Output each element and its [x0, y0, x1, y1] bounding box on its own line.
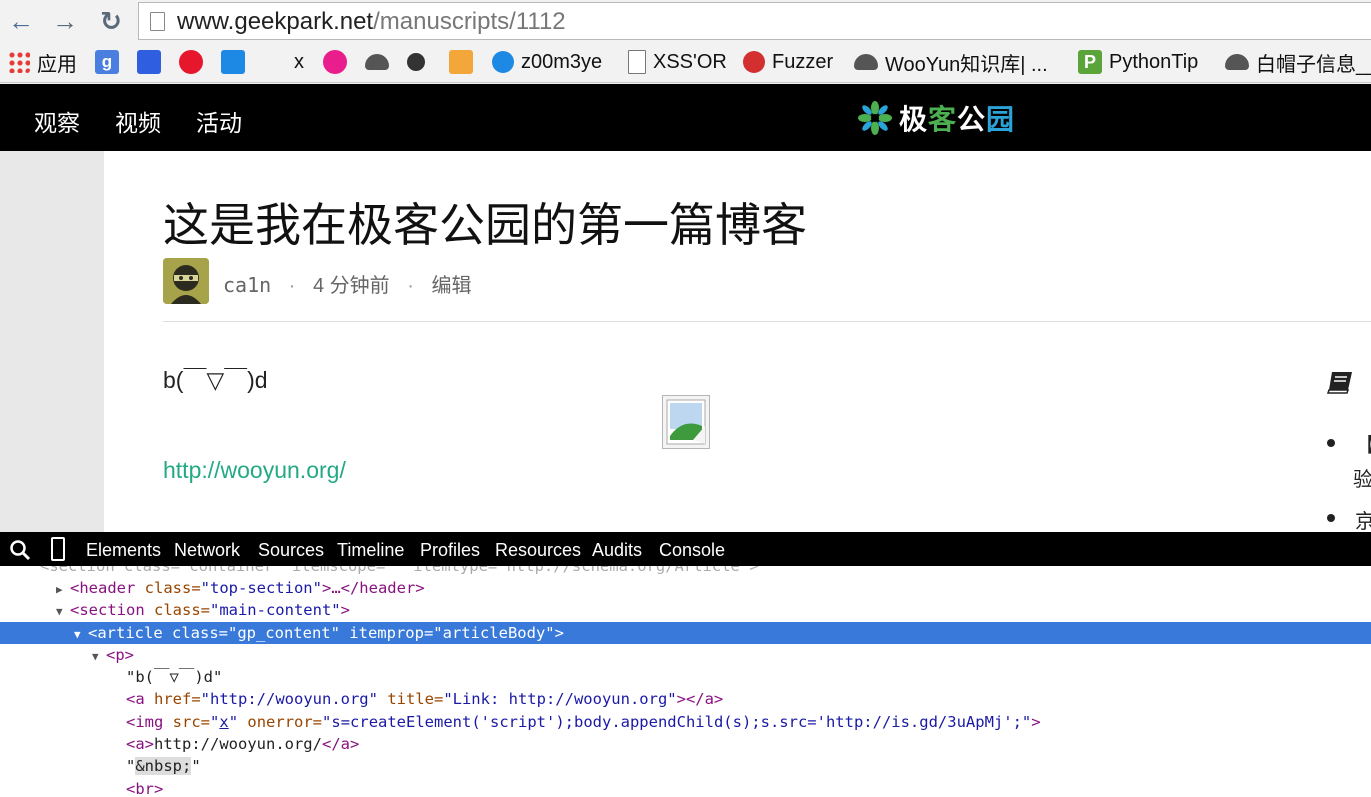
page-icon [628, 50, 646, 74]
browser-toolbar: ← → ↻ www.geekpark.net/manuscripts/1112 [0, 0, 1371, 42]
collapse-triangle-icon[interactable]: ▼ [92, 646, 106, 668]
eye-icon [492, 51, 514, 73]
bookmarks-bar: 应用 g x z00m3ye XSS'OR Fuzzer WooYun知识库| … [0, 42, 1371, 83]
bookmark-google[interactable]: g [95, 48, 126, 76]
article-meta: ca1n · 4 分钟前 · 编辑 [223, 269, 471, 298]
bookmark-fuzzer[interactable]: Fuzzer [743, 48, 833, 76]
bookmark-baimaozi[interactable]: 白帽子信息__ [1225, 48, 1371, 76]
collapse-triangle-icon[interactable]: ▼ [56, 601, 70, 623]
bookmark-pixel-cat[interactable] [449, 48, 480, 76]
reload-icon[interactable]: ↻ [96, 6, 126, 36]
bookmark-baidu[interactable] [137, 48, 168, 76]
expand-triangle-icon[interactable]: ▶ [56, 579, 70, 601]
pink-app-icon [323, 50, 347, 74]
dom-node-a-text[interactable]: <a>http://wooyun.org/</a> [0, 733, 1371, 755]
device-mode-icon[interactable] [51, 537, 65, 561]
nav-video[interactable]: 视频 [115, 104, 161, 138]
site-header: 观察 视频 活动 极客公园 [0, 84, 1371, 151]
headphones-icon [221, 50, 245, 74]
dom-text-node[interactable]: "b(￣▽￣)d" [0, 666, 1371, 688]
divider [163, 321, 1371, 322]
dom-node-article-selected[interactable]: ▼ <article class="gp_content" itemprop="a… [0, 622, 1371, 644]
tab-profiles[interactable]: Profiles [420, 540, 480, 561]
bee-icon [407, 53, 425, 71]
page-content: 这是我在极客公园的第一篇博客 ca1n · 4 分钟前 · 编辑 b(￣▽￣)d… [0, 151, 1371, 532]
search-icon[interactable] [9, 539, 31, 561]
dom-node-br[interactable]: <br> [0, 778, 1371, 797]
ninja-avatar-icon [163, 258, 209, 304]
broken-image [662, 395, 710, 449]
tab-resources[interactable]: Resources [495, 540, 581, 561]
bookmark-z00m3ye[interactable]: z00m3ye [492, 48, 602, 76]
article-emoticon: b(￣▽￣)d [163, 367, 268, 393]
dom-node-header[interactable]: ▶ <header class="top-section">…</header> [0, 577, 1371, 599]
pixel-cat-icon [449, 50, 473, 74]
bookmark-headphones[interactable] [221, 48, 252, 76]
back-arrow-icon[interactable]: ← [6, 6, 36, 36]
cloud-icon [1225, 54, 1249, 70]
tab-audits[interactable]: Audits [592, 540, 642, 561]
dom-text-nbsp[interactable]: "&nbsp;" [0, 755, 1371, 777]
sidebar-item-text[interactable]: 京 [1355, 505, 1371, 532]
dom-node-img[interactable]: <img src="x" onerror="s=createElement('s… [0, 711, 1371, 733]
broken-image-icon [666, 399, 706, 445]
page-icon [150, 12, 165, 31]
bookmark-pythontip[interactable]: P PythonTip [1078, 48, 1198, 76]
bookmark-weibo[interactable] [179, 48, 210, 76]
nav-observe[interactable]: 观察 [34, 104, 80, 138]
sidebar-item-text[interactable]: 验 [1353, 463, 1371, 492]
tab-console[interactable]: Console [659, 540, 725, 561]
tab-network[interactable]: Network [174, 540, 240, 561]
cloud-icon [854, 54, 878, 70]
meta-separator: · [407, 275, 414, 297]
book-icon [1326, 372, 1352, 394]
devtools-toolbar: Elements Network Sources Timeline Profil… [0, 532, 1371, 566]
bookmark-x[interactable]: x [294, 48, 304, 76]
logo-text: 极客公园 [899, 104, 1016, 135]
baidu-paw-icon [137, 50, 161, 74]
img-src-link[interactable]: x [219, 713, 228, 731]
logo-mark-icon [858, 101, 892, 135]
elements-panel: <section class="container" itemscope="" … [0, 566, 1371, 797]
apps-grid-icon [8, 51, 30, 73]
google-icon: g [95, 50, 119, 74]
pythontip-icon: P [1078, 50, 1102, 74]
bookmark-cloud[interactable] [365, 48, 396, 76]
bookmark-pink-app[interactable] [323, 48, 354, 76]
left-gutter [0, 151, 104, 532]
fuzzer-icon [743, 51, 765, 73]
bookmark-bee[interactable] [407, 48, 432, 76]
bookmark-apps[interactable]: 应用 [8, 48, 77, 76]
sidebar-item-text[interactable]: 【 [1355, 429, 1371, 458]
forward-arrow-icon[interactable]: → [50, 6, 80, 36]
dom-node-a-link[interactable]: <a href="http://wooyun.org" title="Link:… [0, 688, 1371, 710]
sidebar-bullet [1327, 514, 1335, 522]
dom-node-p[interactable]: ▼ <p> [0, 644, 1371, 666]
avatar[interactable] [163, 258, 209, 304]
nav-events[interactable]: 活动 [196, 104, 242, 138]
meta-separator: · [288, 275, 296, 297]
tab-elements[interactable]: Elements [86, 540, 161, 561]
url-text[interactable]: www.geekpark.net/manuscripts/1112 [177, 8, 566, 36]
url-path: /manuscripts/1112 [373, 8, 566, 35]
collapse-triangle-icon[interactable]: ▼ [74, 624, 88, 646]
article-link[interactable]: http://wooyun.org/ [163, 457, 346, 484]
weibo-icon [179, 50, 203, 74]
browser-chrome: ← → ↻ www.geekpark.net/manuscripts/1112 … [0, 0, 1371, 84]
address-bar[interactable]: www.geekpark.net/manuscripts/1112 [138, 2, 1371, 40]
edit-link[interactable]: 编辑 [431, 275, 471, 297]
dom-node-section-container[interactable]: <section class="container" itemscope="" … [0, 566, 1371, 577]
tab-timeline[interactable]: Timeline [337, 540, 404, 561]
cloud-icon [365, 54, 389, 70]
dom-node-main-content[interactable]: ▼ <section class="main-content"> [0, 599, 1371, 621]
geekpark-logo[interactable]: 极客公园 [857, 100, 1015, 136]
bookmark-wooyun[interactable]: WooYun知识库| ... [854, 48, 1048, 76]
author-name[interactable]: ca1n [223, 273, 271, 297]
url-host: www.geekpark.net [177, 8, 374, 35]
sidebar-bullet [1327, 439, 1335, 447]
bookmark-xssor[interactable]: XSS'OR [628, 48, 727, 76]
tab-sources[interactable]: Sources [258, 540, 324, 561]
article-title: 这是我在极客公园的第一篇博客 [163, 199, 807, 251]
publish-time: 4 分钟前 [312, 275, 390, 297]
